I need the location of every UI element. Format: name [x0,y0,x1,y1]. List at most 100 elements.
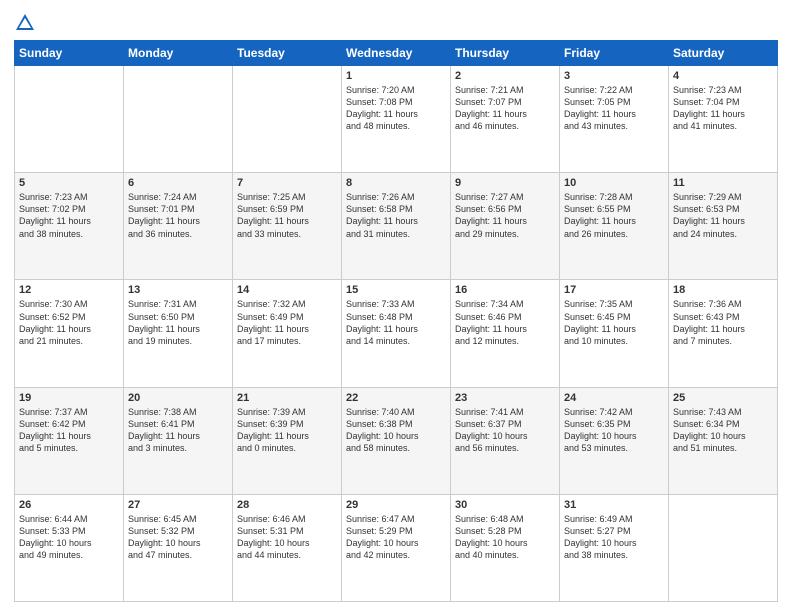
calendar-cell: 5 Sunrise: 7:23 AM Sunset: 7:02 PM Daylig… [15,173,124,280]
day-number: 12 [19,284,119,296]
calendar-cell: 21Sunrise: 7:39 AM Sunset: 6:39 PM Dayli… [233,387,342,494]
calendar-body: 1 Sunrise: 7:20 AM Sunset: 7:08 PM Daylig… [15,66,778,602]
cell-content: Sunrise: 7:34 AM Sunset: 6:46 PM Dayligh… [455,298,555,347]
cell-content: Sunrise: 7:37 AM Sunset: 6:42 PM Dayligh… [19,406,119,455]
cell-content: Sunrise: 7:35 AM Sunset: 6:45 PM Dayligh… [564,298,664,347]
cell-content: Sunrise: 6:47 AM Sunset: 5:29 PM Dayligh… [346,513,446,562]
cell-content: Sunrise: 6:46 AM Sunset: 5:31 PM Dayligh… [237,513,337,562]
day-number: 15 [346,284,446,296]
cell-content: Sunrise: 6:49 AM Sunset: 5:27 PM Dayligh… [564,513,664,562]
day-number: 10 [564,177,664,189]
calendar-cell: 30Sunrise: 6:48 AM Sunset: 5:28 PM Dayli… [451,494,560,601]
day-number: 20 [128,392,228,404]
day-header-friday: Friday [560,41,669,66]
header [14,12,778,34]
day-number: 31 [564,499,664,511]
day-number: 7 [237,177,337,189]
week-row-4: 19 Sunrise: 7:37 AM Sunset: 6:42 PM Dayli… [15,387,778,494]
calendar-cell: 24 Sunrise: 7:42 AM Sunset: 6:35 PM Dayli… [560,387,669,494]
week-row-1: 1 Sunrise: 7:20 AM Sunset: 7:08 PM Daylig… [15,66,778,173]
day-number: 2 [455,70,555,82]
cell-content: Sunrise: 7:32 AM Sunset: 6:49 PM Dayligh… [237,298,337,347]
calendar-cell: 16Sunrise: 7:34 AM Sunset: 6:46 PM Dayli… [451,280,560,387]
day-number: 4 [673,70,773,82]
cell-content: Sunrise: 7:42 AM Sunset: 6:35 PM Dayligh… [564,406,664,455]
cell-content: Sunrise: 7:30 AM Sunset: 6:52 PM Dayligh… [19,298,119,347]
day-number: 26 [19,499,119,511]
cell-content: Sunrise: 7:31 AM Sunset: 6:50 PM Dayligh… [128,298,228,347]
day-number: 27 [128,499,228,511]
day-number: 6 [128,177,228,189]
calendar-cell: 31 Sunrise: 6:49 AM Sunset: 5:27 PM Dayli… [560,494,669,601]
day-number: 24 [564,392,664,404]
cell-content: Sunrise: 7:21 AM Sunset: 7:07 PM Dayligh… [455,84,555,133]
cell-content: Sunrise: 7:41 AM Sunset: 6:37 PM Dayligh… [455,406,555,455]
cell-content: Sunrise: 7:39 AM Sunset: 6:39 PM Dayligh… [237,406,337,455]
cell-content: Sunrise: 7:38 AM Sunset: 6:41 PM Dayligh… [128,406,228,455]
calendar-cell: 3 Sunrise: 7:22 AM Sunset: 7:05 PM Daylig… [560,66,669,173]
day-number: 14 [237,284,337,296]
calendar-cell: 28 Sunrise: 6:46 AM Sunset: 5:31 PM Dayli… [233,494,342,601]
day-number: 13 [128,284,228,296]
day-number: 19 [19,392,119,404]
calendar-cell: 12 Sunrise: 7:30 AM Sunset: 6:52 PM Dayli… [15,280,124,387]
calendar-cell: 25 Sunrise: 7:43 AM Sunset: 6:34 PM Dayli… [669,387,778,494]
cell-content: Sunrise: 7:28 AM Sunset: 6:55 PM Dayligh… [564,191,664,240]
calendar-cell: 6 Sunrise: 7:24 AM Sunset: 7:01 PM Daylig… [124,173,233,280]
calendar-cell: 27 Sunrise: 6:45 AM Sunset: 5:32 PM Dayli… [124,494,233,601]
logo-icon [14,12,36,34]
calendar-cell: 7 Sunrise: 7:25 AM Sunset: 6:59 PM Daylig… [233,173,342,280]
day-number: 3 [564,70,664,82]
calendar-cell: 14 Sunrise: 7:32 AM Sunset: 6:49 PM Dayli… [233,280,342,387]
cell-content: Sunrise: 7:23 AM Sunset: 7:04 PM Dayligh… [673,84,773,133]
calendar-cell: 15 Sunrise: 7:33 AM Sunset: 6:48 PM Dayli… [342,280,451,387]
calendar-cell: 9 Sunrise: 7:27 AM Sunset: 6:56 PM Daylig… [451,173,560,280]
day-number: 23 [455,392,555,404]
day-number: 18 [673,284,773,296]
calendar-cell: 4 Sunrise: 7:23 AM Sunset: 7:04 PM Daylig… [669,66,778,173]
day-header-monday: Monday [124,41,233,66]
calendar-cell: 1 Sunrise: 7:20 AM Sunset: 7:08 PM Daylig… [342,66,451,173]
calendar-cell: 2 Sunrise: 7:21 AM Sunset: 7:07 PM Daylig… [451,66,560,173]
cell-content: Sunrise: 7:23 AM Sunset: 7:02 PM Dayligh… [19,191,119,240]
calendar-cell: 13 Sunrise: 7:31 AM Sunset: 6:50 PM Dayli… [124,280,233,387]
cell-content: Sunrise: 7:40 AM Sunset: 6:38 PM Dayligh… [346,406,446,455]
calendar-cell: 20 Sunrise: 7:38 AM Sunset: 6:41 PM Dayli… [124,387,233,494]
calendar-cell: 8Sunrise: 7:26 AM Sunset: 6:58 PM Daylig… [342,173,451,280]
cell-content: Sunrise: 6:45 AM Sunset: 5:32 PM Dayligh… [128,513,228,562]
day-header-wednesday: Wednesday [342,41,451,66]
cell-content: Sunrise: 7:20 AM Sunset: 7:08 PM Dayligh… [346,84,446,133]
logo [14,12,40,34]
day-number: 9 [455,177,555,189]
cell-content: Sunrise: 7:29 AM Sunset: 6:53 PM Dayligh… [673,191,773,240]
calendar-cell: 17Sunrise: 7:35 AM Sunset: 6:45 PM Dayli… [560,280,669,387]
calendar-cell: 18 Sunrise: 7:36 AM Sunset: 6:43 PM Dayli… [669,280,778,387]
day-number: 5 [19,177,119,189]
cell-content: Sunrise: 7:25 AM Sunset: 6:59 PM Dayligh… [237,191,337,240]
calendar-cell: 29 Sunrise: 6:47 AM Sunset: 5:29 PM Dayli… [342,494,451,601]
day-number: 30 [455,499,555,511]
calendar-cell [669,494,778,601]
calendar-cell [15,66,124,173]
day-number: 29 [346,499,446,511]
week-row-3: 12 Sunrise: 7:30 AM Sunset: 6:52 PM Dayli… [15,280,778,387]
week-row-5: 26 Sunrise: 6:44 AM Sunset: 5:33 PM Dayli… [15,494,778,601]
cell-content: Sunrise: 7:27 AM Sunset: 6:56 PM Dayligh… [455,191,555,240]
page: SundayMondayTuesdayWednesdayThursdayFrid… [0,0,792,612]
days-header-row: SundayMondayTuesdayWednesdayThursdayFrid… [15,41,778,66]
cell-content: Sunrise: 7:36 AM Sunset: 6:43 PM Dayligh… [673,298,773,347]
cell-content: Sunrise: 6:44 AM Sunset: 5:33 PM Dayligh… [19,513,119,562]
calendar-cell: 11Sunrise: 7:29 AM Sunset: 6:53 PM Dayli… [669,173,778,280]
cell-content: Sunrise: 7:33 AM Sunset: 6:48 PM Dayligh… [346,298,446,347]
cell-content: Sunrise: 7:24 AM Sunset: 7:01 PM Dayligh… [128,191,228,240]
cell-content: Sunrise: 7:43 AM Sunset: 6:34 PM Dayligh… [673,406,773,455]
calendar-cell: 22Sunrise: 7:40 AM Sunset: 6:38 PM Dayli… [342,387,451,494]
day-number: 25 [673,392,773,404]
cell-content: Sunrise: 7:22 AM Sunset: 7:05 PM Dayligh… [564,84,664,133]
day-number: 1 [346,70,446,82]
calendar-cell: 23 Sunrise: 7:41 AM Sunset: 6:37 PM Dayli… [451,387,560,494]
day-header-saturday: Saturday [669,41,778,66]
calendar-cell [124,66,233,173]
week-row-2: 5 Sunrise: 7:23 AM Sunset: 7:02 PM Daylig… [15,173,778,280]
day-number: 28 [237,499,337,511]
